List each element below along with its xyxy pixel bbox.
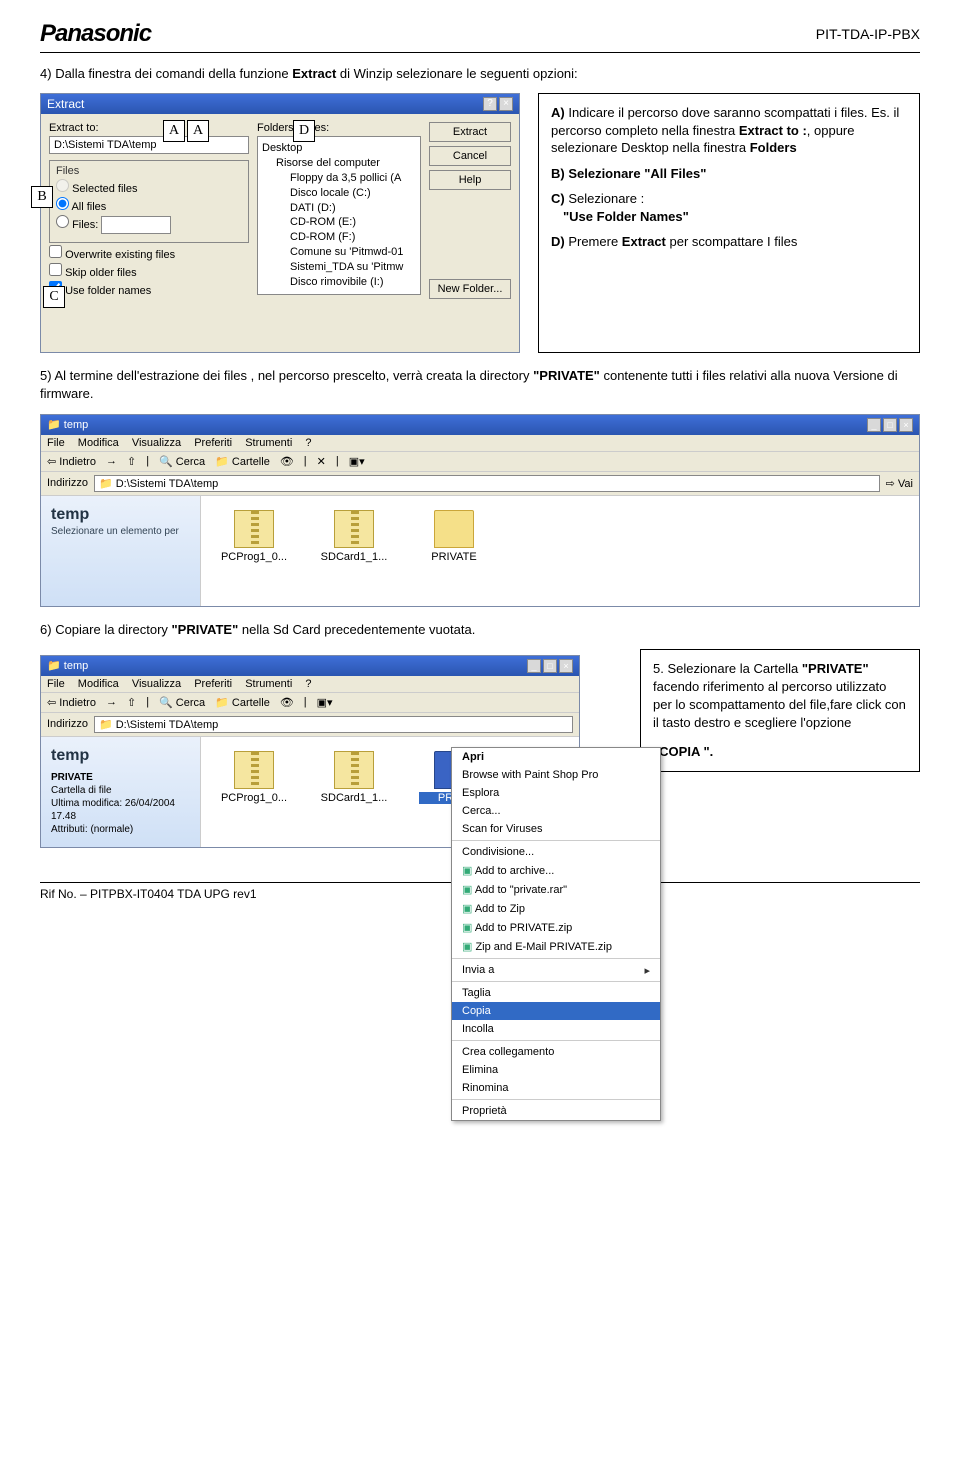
- marker-C: C: [43, 286, 65, 308]
- ctx-add-rar[interactable]: Add to "private.rar": [452, 880, 660, 899]
- chk-folders[interactable]: Use folder names: [49, 281, 249, 297]
- ctx-rename[interactable]: Rinomina: [452, 1079, 660, 1097]
- go-button[interactable]: ⇨ Vai: [886, 477, 913, 490]
- tree-item[interactable]: CD-ROM (E:): [262, 215, 416, 230]
- radio-all[interactable]: All files: [56, 197, 242, 213]
- extract-button[interactable]: Extract: [429, 122, 511, 142]
- explorer-menubar[interactable]: File Modifica Visualizza Preferiti Strum…: [41, 676, 579, 693]
- marker-B: B: [31, 186, 53, 208]
- explorer-addressbar: Indirizzo 📁 D:\Sistemi TDA\temp ⇨ Vai: [41, 472, 919, 496]
- ctx-paste[interactable]: Incolla: [452, 1020, 660, 1038]
- tree-item[interactable]: Floppy da 3,5 pollici (A: [262, 171, 416, 186]
- ctx-add-private-zip[interactable]: Add to PRIVATE.zip: [452, 918, 660, 937]
- explorer-toolbar[interactable]: ⇦ Indietro → ⇧ | 🔍 Cerca 📁 Cartelle 👁 | …: [41, 693, 579, 713]
- new-folder-button[interactable]: New Folder...: [429, 279, 511, 299]
- tree-item[interactable]: Risorse del computer: [262, 156, 416, 171]
- minimize-icon[interactable]: _: [867, 418, 881, 432]
- callout-step5: 5. Selezionare la Cartella "PRIVATE" fac…: [640, 649, 920, 772]
- ctx-copy[interactable]: Copia: [452, 1002, 660, 1020]
- minimize-icon[interactable]: _: [527, 659, 541, 673]
- step4-text: 4) Dalla finestra dei comandi della funz…: [40, 65, 920, 83]
- ctx-explore[interactable]: Esplora: [452, 784, 660, 802]
- extract-to-label: Extract to:: [49, 122, 249, 134]
- ctx-delete[interactable]: Elimina: [452, 1061, 660, 1079]
- ctx-scan[interactable]: Scan for Viruses: [452, 820, 660, 838]
- tree-item[interactable]: Disco rimovibile (I:): [262, 275, 416, 290]
- ctx-add-archive[interactable]: Add to archive...: [452, 861, 660, 880]
- header-subtitle: PIT-TDA-IP-PBX: [816, 26, 920, 42]
- tree-item[interactable]: DATI (D:): [262, 201, 416, 216]
- ctx-share[interactable]: Condivisione...: [452, 843, 660, 861]
- extract-to-input[interactable]: [49, 136, 249, 154]
- instruction-box: A) Indicare il percorso dove saranno sco…: [538, 93, 920, 353]
- explorer-menubar[interactable]: File Modifica Visualizza Preferiti Strum…: [41, 435, 919, 452]
- radio-selected[interactable]: Selected files: [56, 179, 242, 195]
- ctx-add-zip[interactable]: Add to Zip: [452, 899, 660, 918]
- chk-overwrite[interactable]: Overwrite existing files: [49, 245, 249, 261]
- marker-A: A: [163, 120, 185, 142]
- footer-ref: Rif No. – PITPBX-IT0404 TDA UPG rev1: [40, 887, 257, 901]
- file-item[interactable]: PCProg1_0...: [219, 510, 289, 563]
- zip-icon: [234, 751, 274, 789]
- cancel-button[interactable]: Cancel: [429, 146, 511, 166]
- brand: Panasonic: [40, 20, 151, 48]
- ctx-open[interactable]: Apri: [452, 748, 660, 766]
- maximize-icon[interactable]: □: [883, 418, 897, 432]
- explorer-title: 📁 temp: [47, 659, 88, 673]
- winzip-extract-dialog: Extract ? × Extract to: Files Selected f…: [40, 93, 520, 353]
- folder-tree[interactable]: Desktop Risorse del computer Floppy da 3…: [257, 136, 421, 294]
- zip-icon: [334, 510, 374, 548]
- tree-item[interactable]: CD-ROM (F:): [262, 230, 416, 245]
- file-item[interactable]: PCProg1_0...: [219, 751, 289, 804]
- radio-files[interactable]: Files:: [56, 215, 242, 234]
- explorer-file-pane[interactable]: PCProg1_0... SDCard1_1... PRIVATE: [201, 496, 919, 606]
- step6-text: 6) Copiare la directory "PRIVATE" nella …: [40, 621, 920, 639]
- marker-D: D: [293, 120, 315, 142]
- explorer-window-2: 📁 temp _ □ × File Modifica Visualizza Pr…: [40, 655, 580, 848]
- winzip-titlebar: Extract ? ×: [41, 94, 519, 114]
- address-input[interactable]: 📁 D:\Sistemi TDA\temp: [94, 475, 880, 492]
- file-item[interactable]: PRIVATE: [419, 510, 489, 563]
- address-input[interactable]: 📁 D:\Sistemi TDA\temp: [94, 716, 573, 733]
- folders-drives-label: Folders/drives:: [257, 122, 421, 134]
- chk-skip[interactable]: Skip older files: [49, 263, 249, 279]
- step4-num: 4): [40, 66, 52, 81]
- explorer-title: 📁 temp: [47, 418, 88, 432]
- help-button[interactable]: Help: [429, 170, 511, 190]
- zip-icon: [234, 510, 274, 548]
- tree-item[interactable]: Disco locale (C:): [262, 186, 416, 201]
- zip-icon: [334, 751, 374, 789]
- explorer-window-1: 📁 temp _ □ × File Modifica Visualizza Pr…: [40, 414, 920, 607]
- tree-item[interactable]: Comune su 'Pitmwd-01: [262, 245, 416, 260]
- files-group: Files Selected files All files Files:: [49, 160, 249, 243]
- folder-icon: [434, 510, 474, 548]
- close-icon[interactable]: ×: [899, 418, 913, 432]
- ctx-search[interactable]: Cerca...: [452, 802, 660, 820]
- ctx-properties[interactable]: Proprietà: [452, 1102, 660, 1120]
- explorer-toolbar[interactable]: ⇦ Indietro → ⇧ | 🔍 Cerca 📁 Cartelle 👁 | …: [41, 452, 919, 472]
- explorer-sidebar: temp PRIVATE Cartella di file Ultima mod…: [41, 737, 201, 847]
- winzip-title: Extract: [47, 97, 84, 111]
- ctx-cut[interactable]: Taglia: [452, 984, 660, 1002]
- explorer-sidebar: temp Selezionare un elemento per: [41, 496, 201, 606]
- help-button[interactable]: ?: [483, 97, 497, 111]
- marker-A: A: [187, 120, 209, 142]
- page-header: Panasonic PIT-TDA-IP-PBX: [40, 20, 920, 53]
- close-icon[interactable]: ×: [559, 659, 573, 673]
- ctx-browse[interactable]: Browse with Paint Shop Pro: [452, 766, 660, 784]
- ctx-sendto[interactable]: Invia a: [452, 961, 660, 979]
- explorer-file-pane[interactable]: PCProg1_0... SDCard1_1... PRIVA Apri Bro…: [201, 737, 579, 847]
- step5-text: 5) Al termine dell'estrazione dei files …: [40, 367, 920, 403]
- context-menu[interactable]: Apri Browse with Paint Shop Pro Esplora …: [451, 747, 661, 1121]
- file-item[interactable]: SDCard1_1...: [319, 751, 389, 804]
- ctx-zip-email[interactable]: Zip and E-Mail PRIVATE.zip: [452, 937, 660, 956]
- file-item[interactable]: SDCard1_1...: [319, 510, 389, 563]
- explorer-titlebar: 📁 temp _ □ ×: [41, 415, 919, 435]
- maximize-icon[interactable]: □: [543, 659, 557, 673]
- tree-item[interactable]: Sistemi_TDA su 'Pitmw: [262, 260, 416, 275]
- ctx-shortcut[interactable]: Crea collegamento: [452, 1043, 660, 1061]
- close-icon[interactable]: ×: [499, 97, 513, 111]
- tree-item[interactable]: Desktop: [262, 141, 416, 156]
